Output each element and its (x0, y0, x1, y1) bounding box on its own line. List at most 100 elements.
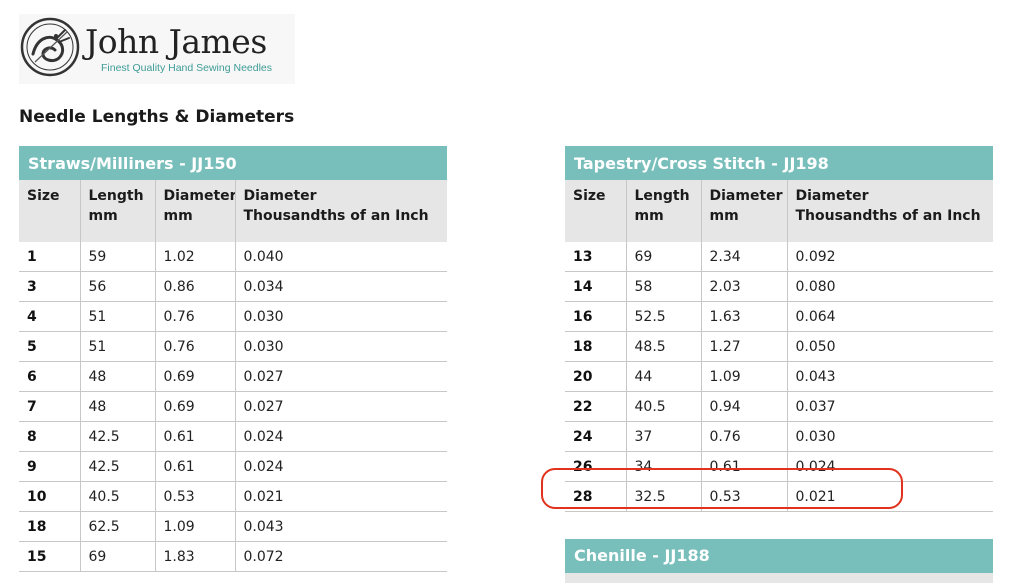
logo-name: John James (85, 22, 267, 61)
table-row: 8 42.5 0.61 0.024 (19, 421, 448, 452)
length-cell: 51 (79, 301, 155, 332)
diameter-mm-cell: 0.94 (700, 391, 787, 422)
diameter-inch-cell: 0.072 (234, 541, 448, 572)
size-cell: 3 (19, 271, 80, 302)
column-header-size: Size (19, 180, 80, 242)
table-row: 16 52.5 1.63 0.064 (565, 301, 994, 332)
diameter-inch-cell: 0.027 (234, 391, 448, 422)
diameter-mm-cell: 1.83 (154, 541, 235, 572)
diameter-mm-cell: 1.09 (154, 511, 235, 542)
size-cell: 5 (19, 331, 80, 362)
table-row: 1 59 1.02 0.040 (19, 242, 448, 272)
diameter-mm-cell: 0.69 (154, 391, 235, 422)
length-cell: 42.5 (79, 451, 155, 482)
length-cell: 44 (625, 361, 701, 392)
diameter-inch-cell: 0.027 (234, 361, 448, 392)
length-cell: 48 (79, 391, 155, 422)
diameter-inch-cell: 0.037 (786, 391, 994, 422)
diameter-inch-cell: 0.050 (786, 331, 994, 362)
table-row: 13 69 2.34 0.092 (565, 242, 994, 272)
table-row: 15 69 1.83 0.072 (19, 541, 448, 572)
diameter-inch-cell: 0.043 (786, 361, 994, 392)
diameter-inch-cell: 0.021 (234, 481, 448, 512)
table-body: 1 59 1.02 0.040 3 56 0.86 0.034 4 51 0.76 0.030 5 51 0… (19, 242, 448, 572)
table-row: 18 62.5 1.09 0.043 (19, 511, 448, 542)
diameter-mm-cell: 1.09 (700, 361, 787, 392)
table-row: 3 56 0.86 0.034 (19, 271, 448, 302)
length-cell: 40.5 (79, 481, 155, 512)
page-title: Needle Lengths & Diameters (19, 107, 295, 127)
length-cell: 52.5 (625, 301, 701, 332)
column-header-diameter-mm: Diameter mm (154, 180, 235, 242)
table-row: 14 58 2.03 0.080 (565, 271, 994, 302)
table-title: Straws/Milliners - JJ150 (19, 146, 448, 180)
diameter-inch-cell: 0.043 (234, 511, 448, 542)
table-title: Tapestry/Cross Stitch - JJ198 (565, 146, 994, 180)
size-cell: 22 (565, 391, 626, 422)
column-header-row (565, 573, 993, 583)
table-row: 5 51 0.76 0.030 (19, 331, 448, 362)
column-header-diameter-inch: Diameter Thousandths of an Inch (234, 180, 448, 242)
column-header-diameter-inch: Diameter Thousandths of an Inch (786, 180, 994, 242)
table-row: 7 48 0.69 0.027 (19, 391, 448, 422)
table-row: 10 40.5 0.53 0.021 (19, 481, 448, 512)
table-row: 20 44 1.09 0.043 (565, 361, 994, 392)
column-header-diameter-mm: Diameter mm (700, 180, 787, 242)
size-cell: 24 (565, 421, 626, 452)
size-cell: 20 (565, 361, 626, 392)
chenille-table: Chenille - JJ188 (565, 539, 993, 583)
column-header-length: Length mm (625, 180, 701, 242)
size-cell: 6 (19, 361, 80, 392)
table-row: 24 37 0.76 0.030 (565, 421, 994, 452)
length-cell: 58 (625, 271, 701, 302)
diameter-inch-cell: 0.092 (786, 242, 994, 272)
diameter-inch-cell: 0.064 (786, 301, 994, 332)
table-row: 4 51 0.76 0.030 (19, 301, 448, 332)
diameter-mm-cell: 0.76 (700, 421, 787, 452)
size-cell: 7 (19, 391, 80, 422)
size-cell: 16 (565, 301, 626, 332)
length-cell: 48 (79, 361, 155, 392)
diameter-mm-cell: 0.61 (154, 451, 235, 482)
diameter-inch-cell: 0.030 (786, 421, 994, 452)
size-cell: 9 (19, 451, 80, 482)
length-cell: 51 (79, 331, 155, 362)
length-cell: 56 (79, 271, 155, 302)
length-cell: 37 (625, 421, 701, 452)
length-cell: 48.5 (625, 331, 701, 362)
table-row: 18 48.5 1.27 0.050 (565, 331, 994, 362)
diameter-mm-cell: 0.76 (154, 301, 235, 332)
diameter-inch-cell: 0.024 (234, 451, 448, 482)
length-cell: 40.5 (625, 391, 701, 422)
column-header-size: Size (565, 180, 626, 242)
size-cell: 1 (27, 248, 37, 265)
length-cell: 42.5 (79, 421, 155, 452)
tapestry-cross-stitch-table: Tapestry/Cross Stitch - JJ198 Size Lengt… (565, 146, 994, 512)
highlight-annotation (541, 468, 903, 509)
table-row: 9 42.5 0.61 0.024 (19, 451, 448, 482)
size-cell: 13 (573, 248, 593, 265)
diameter-mm-cell: 2.03 (700, 271, 787, 302)
diameter-mm-cell: 0.53 (154, 481, 235, 512)
diameter-inch-cell: 0.040 (234, 242, 448, 272)
diameter-mm-cell: 0.69 (154, 361, 235, 392)
diameter-mm-cell: 0.61 (154, 421, 235, 452)
diameter-inch-cell: 0.024 (234, 421, 448, 452)
diameter-mm-cell: 0.76 (154, 331, 235, 362)
diameter-mm-cell: 1.02 (154, 242, 235, 272)
diameter-inch-cell: 0.080 (786, 271, 994, 302)
diameter-inch-cell: 0.030 (234, 301, 448, 332)
size-cell: 8 (19, 421, 80, 452)
straws-milliners-table: Straws/Milliners - JJ150 Size Length mm D… (19, 146, 448, 572)
length-cell: 69 (625, 242, 701, 272)
diameter-inch-cell: 0.034 (234, 271, 448, 302)
length-cell: 62.5 (79, 511, 155, 542)
length-cell: 59 (79, 242, 155, 272)
column-header-length: Length mm (79, 180, 155, 242)
size-cell: 14 (565, 271, 626, 302)
size-cell: 4 (19, 301, 80, 332)
diameter-inch-cell: 0.030 (234, 331, 448, 362)
table-row: 22 40.5 0.94 0.037 (565, 391, 994, 422)
size-cell: 10 (19, 481, 80, 512)
dragon-emblem-icon (20, 17, 80, 77)
